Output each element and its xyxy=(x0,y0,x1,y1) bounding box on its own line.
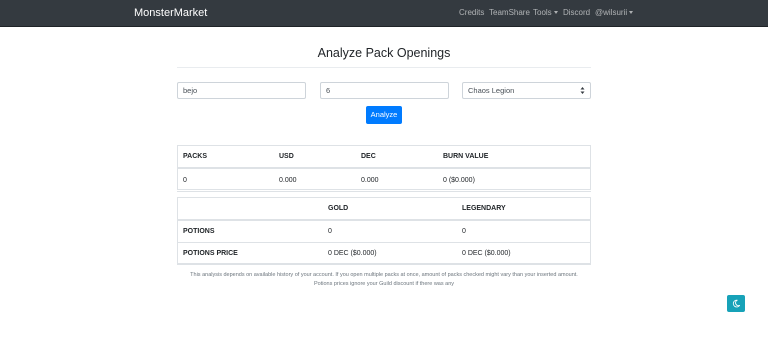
caret-down-icon xyxy=(629,11,634,15)
column-header-burn-value: BURN VALUE xyxy=(437,145,591,169)
column-header-gold: GOLD xyxy=(322,197,456,221)
set-select[interactable]: Chaos Legion xyxy=(462,82,591,99)
analysis-note: This analysis depends on available histo… xyxy=(190,272,578,278)
column-header-packs: PACKS xyxy=(177,145,273,169)
guild-discount-note: Potions prices ignore your Guild discoun… xyxy=(313,281,455,287)
potions-table: GOLD LEGENDARY POTIONS 0 0 POTIONS PRICE… xyxy=(177,197,591,265)
table-header-row: PACKS USD DEC BURN VALUE xyxy=(177,145,591,169)
table-row: POTIONS PRICE 0 DEC ($0.000) 0 DEC ($0.0… xyxy=(177,242,591,265)
cell-packs: 0 xyxy=(177,167,273,192)
cell-usd: 0.000 xyxy=(273,167,355,192)
divider xyxy=(177,67,591,68)
column-header-usd: USD xyxy=(273,145,355,169)
moon-icon xyxy=(732,299,741,308)
row-label-potions-price: POTIONS PRICE xyxy=(177,242,322,265)
nav-link-credits[interactable]: Credits xyxy=(459,8,484,18)
row-label-potions: POTIONS xyxy=(177,219,322,243)
column-header-legendary: LEGENDARY xyxy=(456,197,591,221)
select-arrows-icon xyxy=(580,87,585,94)
brand-logo[interactable]: MonsterMarket xyxy=(134,6,207,20)
caret-down-icon xyxy=(553,11,558,15)
cell-dec: 0.000 xyxy=(355,167,437,192)
username-input[interactable]: bejo xyxy=(177,82,306,99)
cell-legendary-potions: 0 xyxy=(456,219,591,243)
table-row: POTIONS 0 0 xyxy=(177,219,591,243)
cell-gold-potions: 0 xyxy=(322,219,456,243)
column-header-dec: DEC xyxy=(355,145,437,169)
table-header-row: GOLD LEGENDARY xyxy=(177,197,591,221)
analyze-button[interactable]: Analyze xyxy=(366,106,402,124)
table-row: 0 0.000 0.000 0 ($0.000) xyxy=(177,167,591,192)
navbar: MonsterMarket Credits TeamShare Tools Di… xyxy=(0,0,768,27)
nav-tools-label: Tools xyxy=(533,8,552,17)
set-select-value: Chaos Legion xyxy=(468,86,515,95)
column-header-empty xyxy=(177,197,322,221)
cell-legendary-price: 0 DEC ($0.000) xyxy=(456,242,591,265)
theme-toggle-button[interactable] xyxy=(727,295,745,312)
cell-gold-price: 0 DEC ($0.000) xyxy=(322,242,456,265)
nav-dropdown-tools[interactable]: Tools xyxy=(533,8,558,18)
edition-input[interactable]: 6 xyxy=(320,82,449,99)
nav-dropdown-user[interactable]: @wilsurii xyxy=(595,8,634,18)
page-title: Analyze Pack Openings xyxy=(317,46,451,60)
nav-user-label: @wilsurii xyxy=(595,8,628,17)
nav-link-discord[interactable]: Discord xyxy=(563,8,590,18)
summary-table: PACKS USD DEC BURN VALUE 0 0.000 0.000 0… xyxy=(177,145,591,192)
cell-burn-value: 0 ($0.000) xyxy=(437,167,591,192)
nav-link-teamshare[interactable]: TeamShare xyxy=(489,8,530,18)
